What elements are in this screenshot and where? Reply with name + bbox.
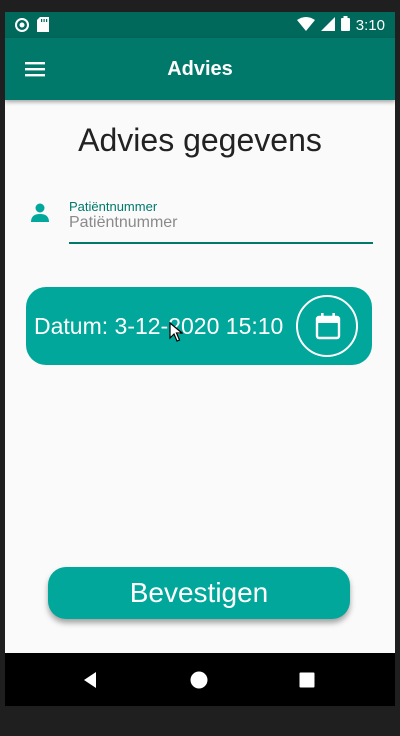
- page-title: Advies gegevens: [78, 122, 322, 158]
- phone-screen: 3:10 Advies Advies gegevens Patiëntnumme…: [5, 12, 395, 706]
- calendar-icon: [315, 313, 341, 340]
- sd-card-icon: [37, 17, 49, 37]
- status-time: 3:10: [355, 17, 385, 34]
- patient-number-input[interactable]: [69, 212, 369, 234]
- mouse-cursor-icon: [169, 322, 183, 342]
- app-bar: Advies: [5, 38, 395, 100]
- navigation-bar: [5, 653, 395, 706]
- confirm-button[interactable]: Bevestigen: [48, 567, 350, 619]
- wifi-icon: [296, 16, 315, 35]
- patient-number-field: Patiëntnummer: [69, 198, 373, 244]
- date-text: Datum: 3-12-2020 15:10: [34, 313, 284, 339]
- calendar-button[interactable]: [296, 295, 358, 357]
- battery-icon: [340, 16, 350, 35]
- record-icon: [15, 17, 29, 37]
- recents-icon[interactable]: [297, 670, 317, 690]
- status-bar: 3:10: [5, 12, 395, 38]
- date-card[interactable]: Datum: 3-12-2020 15:10: [26, 287, 372, 365]
- home-icon[interactable]: [189, 670, 209, 690]
- person-icon: [29, 202, 51, 224]
- back-icon[interactable]: [81, 670, 101, 690]
- signal-icon: [320, 16, 335, 35]
- app-bar-title: Advies: [167, 58, 233, 80]
